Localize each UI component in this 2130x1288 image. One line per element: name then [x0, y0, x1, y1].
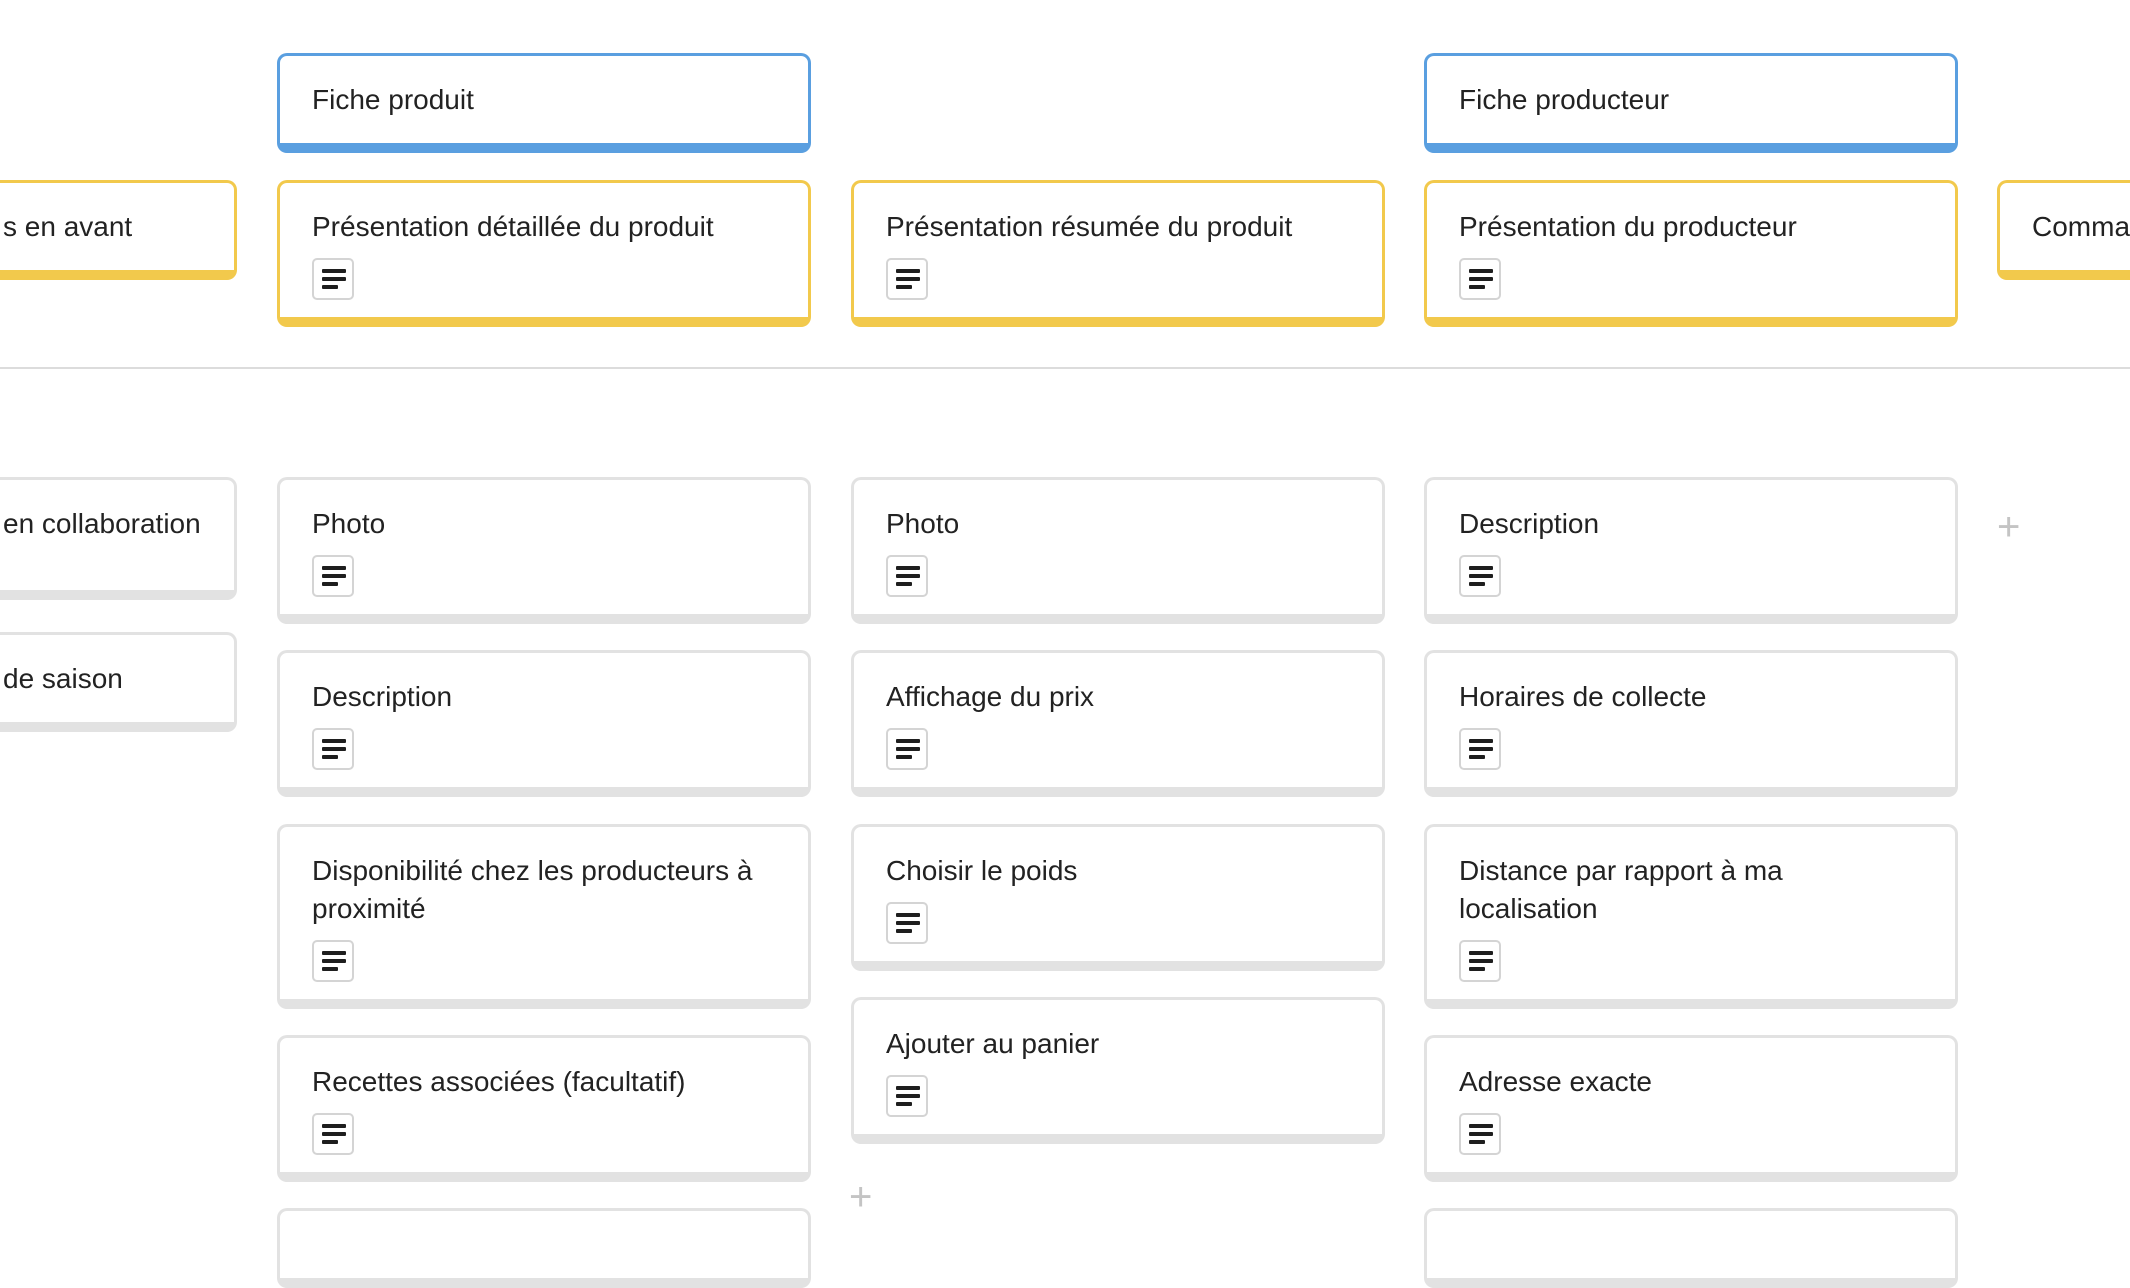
story-card[interactable] [1424, 1208, 1958, 1288]
description-icon[interactable] [886, 258, 928, 300]
step-card-presentation-detaillee[interactable]: Présentation détaillée du produit [277, 180, 811, 327]
step-card-mise-en-avant[interactable]: s en avant [0, 180, 237, 280]
card-title: Photo [312, 508, 386, 539]
story-card[interactable]: en collaboration [0, 477, 237, 600]
step-card-presentation-producteur[interactable]: Présentation du producteur [1424, 180, 1958, 327]
story-card[interactable]: Horaires de collecte [1424, 650, 1958, 797]
story-card[interactable]: Photo [851, 477, 1385, 624]
card-title: Choisir le poids [886, 855, 1078, 886]
card-title: Ajouter au panier [886, 1028, 1100, 1059]
card-title: s en avant [3, 211, 133, 242]
story-card[interactable]: Recettes associées (facultatif) [277, 1035, 811, 1182]
description-icon[interactable] [1459, 1113, 1501, 1155]
story-card[interactable]: Description [277, 650, 811, 797]
plus-icon[interactable]: + [1997, 507, 2020, 547]
card-title: Affichage du prix [886, 681, 1095, 712]
card-title: Présentation du producteur [1459, 211, 1797, 242]
description-icon[interactable] [312, 258, 354, 300]
description-icon[interactable] [1459, 940, 1501, 982]
story-card[interactable] [277, 1208, 811, 1288]
card-title: Présentation détaillée du produit [312, 211, 714, 242]
description-icon[interactable] [886, 1075, 928, 1117]
description-icon[interactable] [312, 555, 354, 597]
card-title: Fiche produit [312, 84, 474, 115]
description-icon[interactable] [312, 1113, 354, 1155]
step-card-commande[interactable]: Comma [1997, 180, 2130, 280]
plus-icon[interactable]: + [849, 1177, 872, 1217]
card-title: Description [1459, 508, 1600, 539]
step-card-presentation-resumee[interactable]: Présentation résumée du produit [851, 180, 1385, 327]
story-card[interactable]: Description [1424, 477, 1958, 624]
description-icon[interactable] [312, 940, 354, 982]
card-title: Distance par rapport à ma localisation [1459, 855, 1783, 924]
story-card[interactable]: Disponibilité chez les producteurs à pro… [277, 824, 811, 1009]
card-title: Adresse exacte [1459, 1066, 1652, 1097]
card-title: Présentation résumée du produit [886, 211, 1293, 242]
description-icon[interactable] [1459, 258, 1501, 300]
card-title: Disponibilité chez les producteurs à pro… [312, 855, 753, 924]
story-card[interactable]: Choisir le poids [851, 824, 1385, 971]
card-title: Fiche producteur [1459, 84, 1670, 115]
story-card[interactable]: Adresse exacte [1424, 1035, 1958, 1182]
activity-card-fiche-produit[interactable]: Fiche produit [277, 53, 811, 153]
description-icon[interactable] [886, 902, 928, 944]
card-title: de saison [3, 663, 123, 694]
story-card[interactable]: Affichage du prix [851, 650, 1385, 797]
story-card[interactable]: Photo [277, 477, 811, 624]
card-title: Horaires de collecte [1459, 681, 1707, 712]
card-title: Recettes associées (facultatif) [312, 1066, 686, 1097]
card-title: Comma [2032, 211, 2130, 242]
description-icon[interactable] [312, 728, 354, 770]
card-title: Description [312, 681, 453, 712]
release-divider [0, 367, 2130, 369]
description-icon[interactable] [1459, 728, 1501, 770]
card-title: Photo [886, 508, 960, 539]
description-icon[interactable] [1459, 555, 1501, 597]
description-icon[interactable] [886, 555, 928, 597]
story-card[interactable]: de saison [0, 632, 237, 732]
story-card[interactable]: Distance par rapport à ma localisation [1424, 824, 1958, 1009]
story-card[interactable]: Ajouter au panier [851, 997, 1385, 1144]
card-title: en collaboration [3, 508, 201, 539]
description-icon[interactable] [886, 728, 928, 770]
activity-card-fiche-producteur[interactable]: Fiche producteur [1424, 53, 1958, 153]
